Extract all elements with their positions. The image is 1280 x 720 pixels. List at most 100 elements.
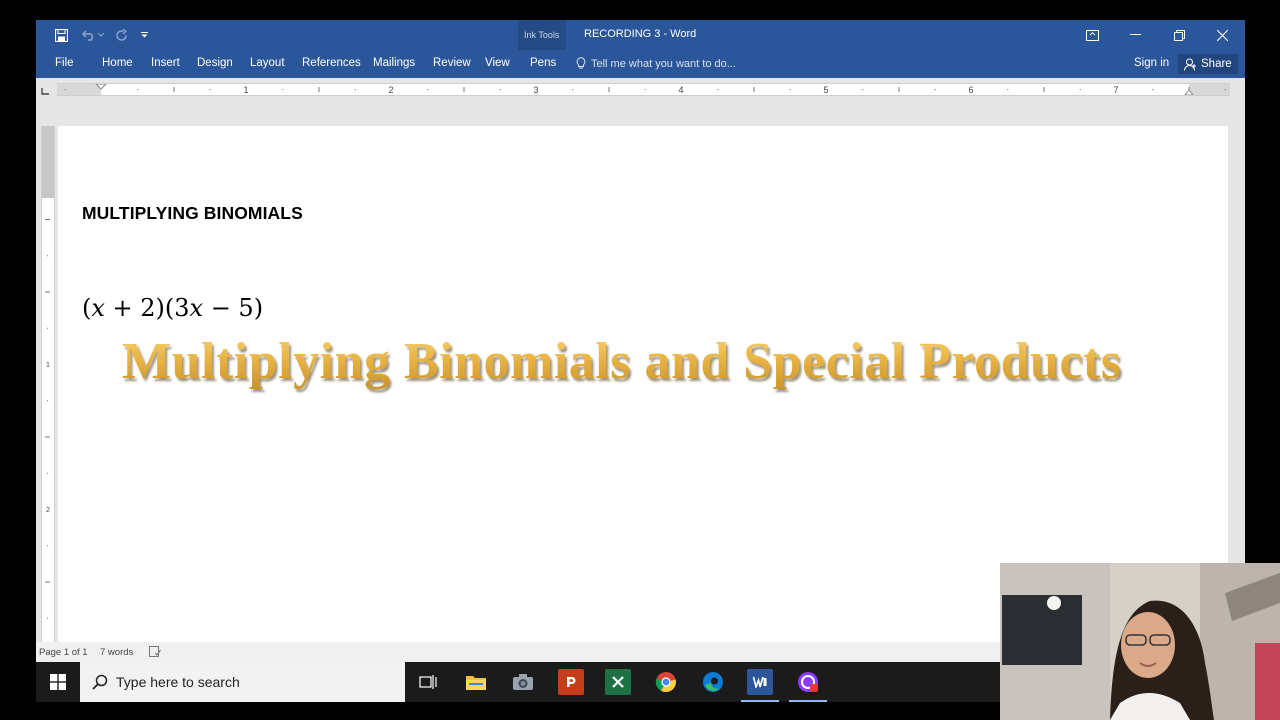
word-count[interactable]: 7 words bbox=[100, 647, 133, 658]
ruler-tick bbox=[354, 89, 356, 91]
ruler-tick bbox=[64, 89, 66, 91]
ruler-tick bbox=[862, 89, 864, 91]
tab-file[interactable]: File bbox=[55, 57, 74, 69]
tab-insert[interactable]: Insert bbox=[151, 57, 180, 69]
page-count[interactable]: Page 1 of 1 bbox=[39, 647, 88, 658]
lightbulb-icon bbox=[576, 57, 586, 69]
vruler-tick bbox=[47, 472, 49, 474]
vruler-tick bbox=[45, 581, 50, 583]
ruler-tick bbox=[717, 89, 719, 91]
sign-in-link[interactable]: Sign in bbox=[1134, 57, 1169, 69]
tab-home[interactable]: Home bbox=[102, 57, 133, 69]
ruler-tick bbox=[1007, 89, 1009, 91]
tab-review[interactable]: Review bbox=[433, 57, 471, 69]
ruler-tick bbox=[173, 87, 175, 92]
document-heading: MULTIPLYING BINOMIALS bbox=[82, 203, 303, 223]
search-icon bbox=[92, 674, 108, 690]
ruler-area: 1 2 3 4 5 6 7 bbox=[36, 78, 1245, 98]
ruler-right-margin bbox=[1189, 84, 1230, 95]
word-active-indicator bbox=[741, 700, 779, 702]
start-button[interactable] bbox=[36, 662, 80, 702]
minimize-icon[interactable] bbox=[1124, 25, 1146, 45]
chrome-icon[interactable] bbox=[653, 669, 679, 695]
ruler-tick bbox=[898, 87, 900, 92]
vruler-tick bbox=[47, 617, 49, 619]
share-label: Share bbox=[1201, 58, 1232, 70]
excel-icon[interactable] bbox=[605, 669, 631, 695]
vruler-tick bbox=[47, 327, 49, 329]
ruler-number: 4 bbox=[678, 85, 683, 95]
tab-pens[interactable]: Pens bbox=[530, 57, 556, 69]
share-button[interactable]: Share bbox=[1178, 54, 1238, 74]
ruler-left-margin bbox=[57, 84, 101, 95]
ruler-tick bbox=[427, 89, 429, 91]
word-icon[interactable] bbox=[747, 669, 773, 695]
ruler-tick bbox=[137, 89, 139, 91]
ruler-tick bbox=[934, 89, 936, 91]
person-icon bbox=[1184, 58, 1196, 71]
vruler-tick bbox=[45, 219, 50, 220]
ruler-tick bbox=[644, 89, 646, 91]
vruler-number: 2 bbox=[46, 507, 50, 514]
ruler-tick bbox=[789, 89, 791, 91]
ruler-number: 7 bbox=[1113, 85, 1118, 95]
ruler-number: 1 bbox=[243, 85, 248, 95]
recorder-active-indicator bbox=[789, 700, 827, 702]
vruler-number: 1 bbox=[46, 362, 50, 369]
task-view-icon[interactable] bbox=[415, 669, 441, 695]
vruler-tick bbox=[47, 545, 49, 547]
proofing-icon[interactable] bbox=[149, 646, 161, 660]
ruler-tick bbox=[608, 87, 610, 92]
powerpoint-icon[interactable] bbox=[558, 669, 584, 695]
redo-icon[interactable] bbox=[112, 26, 130, 44]
presenter-video bbox=[1000, 563, 1280, 720]
ruler-number: 3 bbox=[533, 85, 538, 95]
wordart-title[interactable]: Multiplying Binomials and Special Produc… bbox=[122, 332, 1122, 391]
tab-design[interactable]: Design bbox=[197, 57, 233, 69]
file-explorer-icon[interactable] bbox=[463, 669, 489, 695]
window-title: RECORDING 3 - Word bbox=[584, 28, 697, 40]
ink-tools-label: Ink Tools bbox=[524, 30, 560, 40]
ruler-tick bbox=[1079, 89, 1081, 91]
taskbar-search[interactable]: Type here to search bbox=[80, 662, 405, 702]
vruler-tick bbox=[47, 400, 49, 402]
save-icon[interactable] bbox=[52, 26, 70, 44]
ruler-tick bbox=[1043, 87, 1045, 92]
vertical-ruler[interactable]: 12 bbox=[41, 126, 55, 646]
edge-icon[interactable] bbox=[700, 669, 726, 695]
screen-recorder-icon[interactable] bbox=[795, 669, 821, 695]
ribbon-display-options-icon[interactable] bbox=[1081, 25, 1103, 45]
vruler-tick bbox=[47, 255, 49, 257]
search-placeholder: Type here to search bbox=[116, 674, 240, 690]
camera-icon[interactable] bbox=[510, 669, 536, 695]
title-bar: Ink Tools RECORDING 3 - Word bbox=[36, 20, 1245, 78]
tab-view[interactable]: View bbox=[485, 57, 510, 69]
ruler-number: 5 bbox=[823, 85, 828, 95]
undo-dropdown-icon[interactable] bbox=[96, 26, 106, 44]
ruler-tick bbox=[572, 89, 574, 91]
tab-mailings[interactable]: Mailings bbox=[373, 57, 415, 69]
ruler-number: 6 bbox=[968, 85, 973, 95]
vruler-tick bbox=[45, 436, 50, 438]
tell-me-box[interactable]: Tell me what you want to do... bbox=[576, 57, 736, 70]
ruler-tick bbox=[209, 89, 211, 91]
ruler-tick bbox=[318, 87, 320, 92]
ruler-tick bbox=[282, 89, 284, 91]
ribbon-tabs: File Home Insert Design Layout Reference… bbox=[36, 50, 1245, 78]
tab-selector-icon[interactable] bbox=[41, 83, 50, 95]
webcam-overlay bbox=[1000, 563, 1280, 720]
ruler-tick bbox=[1152, 89, 1154, 91]
horizontal-ruler[interactable]: 1 2 3 4 5 6 7 bbox=[57, 83, 1230, 96]
equation[interactable]: (𝑥 + 2)(3𝑥 − 5) bbox=[82, 294, 263, 322]
windows-icon bbox=[50, 674, 66, 690]
tab-layout[interactable]: Layout bbox=[250, 57, 285, 69]
customize-qat-icon[interactable] bbox=[138, 26, 150, 44]
ruler-number: 2 bbox=[388, 85, 393, 95]
tab-references[interactable]: References bbox=[302, 57, 361, 69]
vruler-tick bbox=[45, 291, 50, 293]
restore-icon[interactable] bbox=[1168, 25, 1190, 45]
tell-me-text: Tell me what you want to do... bbox=[591, 57, 736, 70]
ruler-tick bbox=[463, 87, 465, 92]
close-icon[interactable] bbox=[1211, 25, 1233, 45]
ruler-tick bbox=[499, 89, 501, 91]
